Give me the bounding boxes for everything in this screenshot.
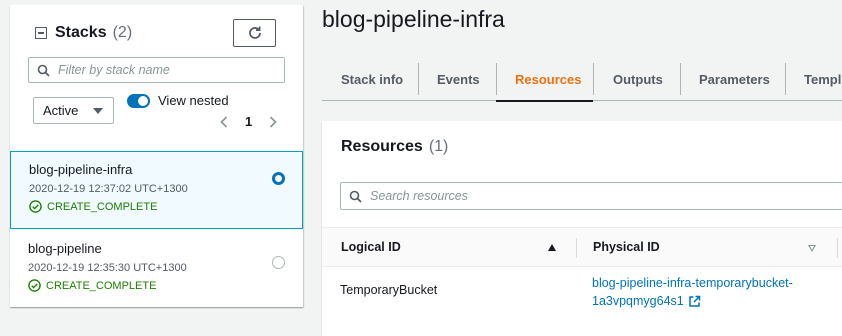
page-title: blog-pipeline-infra xyxy=(322,6,505,32)
stacks-title: Stacks xyxy=(55,24,107,41)
table-header: Logical ID Physical ID xyxy=(322,227,842,267)
column-logical-id[interactable]: Logical ID xyxy=(341,240,401,254)
stack-name: blog-pipeline xyxy=(28,241,102,256)
sort-descending-icon[interactable] xyxy=(808,245,816,252)
resources-search-placeholder: Search resources xyxy=(370,189,468,203)
stack-timestamp: 2020-12-19 12:35:30 UTC+1300 xyxy=(28,262,187,274)
stack-status-text: CREATE_COMPLETE xyxy=(46,279,157,292)
column-divider[interactable] xyxy=(837,238,838,258)
physical-id-line1: blog-pipeline-infra-temporarybucket- xyxy=(592,276,793,290)
page-number[interactable]: 1 xyxy=(245,114,252,129)
stack-status: CREATE_COMPLETE xyxy=(29,200,302,213)
stack-filter-placeholder: Filter by stack name xyxy=(58,63,170,77)
caret-down-icon xyxy=(93,108,103,114)
column-divider[interactable] xyxy=(576,238,577,258)
resources-title: Resources xyxy=(341,138,423,155)
resources-search-input[interactable]: Search resources xyxy=(340,182,842,210)
pagination: 1 xyxy=(217,114,280,129)
status-filter-value: Active xyxy=(43,103,79,118)
stack-filter-input[interactable]: Filter by stack name xyxy=(28,57,285,83)
tab-bar: Stack info Events Resources Outputs Para… xyxy=(322,57,842,102)
logical-id-cell: TemporaryBucket xyxy=(340,283,438,297)
stack-select-radio[interactable] xyxy=(272,172,285,185)
check-circle-icon xyxy=(28,279,41,292)
physical-id-line2: 1a3vpqmyg64s1 xyxy=(592,294,684,308)
tab-parameters[interactable]: Parameters xyxy=(680,57,785,101)
resources-panel: Resources (1) Search resources Logical I… xyxy=(322,121,842,336)
tab-stack-info[interactable]: Stack info xyxy=(322,57,418,101)
resources-count: (1) xyxy=(428,138,449,155)
view-nested-label: View nested xyxy=(158,93,229,108)
stack-status: CREATE_COMPLETE xyxy=(28,279,303,292)
stacks-header: Stacks (2) xyxy=(35,24,132,42)
stack-list-item[interactable]: blog-pipeline 2020-12-19 12:35:30 UTC+13… xyxy=(10,229,303,307)
tab-events[interactable]: Events xyxy=(418,57,496,101)
view-nested-toggle[interactable] xyxy=(127,94,150,108)
stacks-count: (2) xyxy=(112,24,133,41)
tab-resources[interactable]: Resources xyxy=(496,57,593,102)
status-filter-select[interactable]: Active xyxy=(33,97,114,124)
sort-ascending-icon[interactable] xyxy=(548,244,556,251)
stack-timestamp: 2020-12-19 12:37:02 UTC+1300 xyxy=(29,183,188,195)
resources-header: Resources (1) xyxy=(341,138,448,156)
tab-outputs[interactable]: Outputs xyxy=(593,57,680,101)
chevron-right-icon[interactable] xyxy=(266,115,280,129)
check-circle-icon xyxy=(29,200,42,213)
stack-select-radio[interactable] xyxy=(272,256,285,269)
search-icon xyxy=(37,64,50,77)
collapse-icon[interactable] xyxy=(35,27,47,39)
chevron-left-icon[interactable] xyxy=(217,115,231,129)
physical-id-link[interactable]: blog-pipeline-infra-temporarybucket- 1a3… xyxy=(592,274,793,310)
tab-template[interactable]: Templ xyxy=(785,57,842,101)
external-link-icon xyxy=(688,295,700,307)
stack-list-item[interactable]: blog-pipeline-infra 2020-12-19 12:37:02 … xyxy=(10,151,303,229)
stacks-panel: Stacks (2) Filter by stack name Active V… xyxy=(10,5,303,307)
refresh-button[interactable] xyxy=(233,19,276,47)
refresh-icon xyxy=(248,26,261,39)
stack-status-text: CREATE_COMPLETE xyxy=(47,200,158,213)
stack-name: blog-pipeline-infra xyxy=(29,162,133,177)
search-icon xyxy=(349,190,362,203)
column-physical-id[interactable]: Physical ID xyxy=(593,240,660,254)
